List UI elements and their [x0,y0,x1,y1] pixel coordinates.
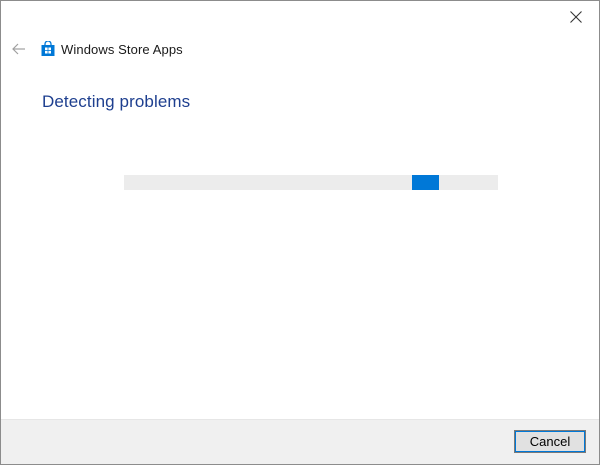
progress-indicator [412,175,439,190]
footer-bar: Cancel [1,419,599,464]
window-title-row: Windows Store Apps [40,39,183,59]
close-button[interactable] [553,1,599,32]
store-bag-icon [40,40,56,57]
app-title: Windows Store Apps [61,41,183,57]
back-button[interactable] [9,39,29,59]
cancel-button[interactable]: Cancel [514,430,586,453]
close-icon [570,10,582,23]
troubleshooter-window: Windows Store Apps Detecting problems Ca… [0,0,600,465]
page-heading: Detecting problems [42,92,191,111]
back-arrow-icon [12,43,25,55]
progress-bar [124,175,498,190]
